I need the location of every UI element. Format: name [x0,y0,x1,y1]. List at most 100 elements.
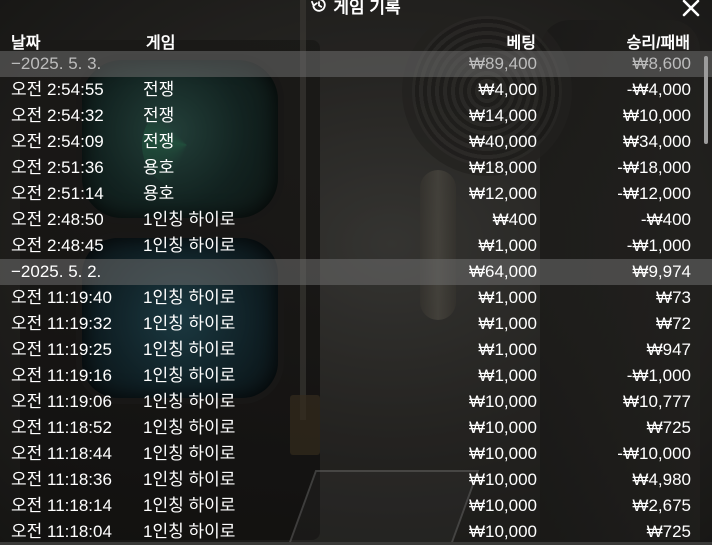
row-game: 1인칭 하이로 [143,340,236,359]
row-game: 용호 [143,158,175,177]
history-list[interactable]: −2025. 5. 3. ₩89,400 ₩8,600 오전 2:54:55 전쟁… [0,51,712,545]
date-group-header[interactable]: −2025. 5. 3. ₩89,400 ₩8,600 [0,51,712,77]
row-time: 오전 11:18:52 [11,418,112,437]
row-time: 오전 11:18:14 [11,496,112,515]
table-row[interactable]: 오전 2:48:50 1인칭 하이로 ₩400 -₩400 [0,207,712,233]
table-row[interactable]: 오전 11:18:36 1인칭 하이로 ₩10,000 ₩4,980 [0,467,712,493]
table-row[interactable]: 오전 11:18:44 1인칭 하이로 ₩10,000 -₩10,000 [0,441,712,467]
row-winloss: -₩18,000 [617,158,691,177]
table-row[interactable]: 오전 2:54:55 전쟁 ₩4,000 -₩4,000 [0,77,712,103]
row-winloss: ₩4,980 [632,470,691,489]
row-bet: ₩1,000 [478,366,537,385]
row-time: 오전 11:19:25 [11,340,112,359]
row-time: 오전 11:18:04 [11,522,112,541]
group-date: −2025. 5. 2. [11,262,102,281]
row-bet: ₩10,000 [468,522,537,541]
row-game: 1인칭 하이로 [143,210,236,229]
row-bet: ₩10,000 [468,392,537,411]
row-bet: ₩4,000 [478,80,537,99]
column-header: 날짜 게임 베팅 승리/패배 [0,25,712,52]
row-game: 1인칭 하이로 [143,444,236,463]
row-game: 1인칭 하이로 [143,366,236,385]
date-group-header[interactable]: −2025. 5. 2. ₩64,000 ₩9,974 [0,259,712,285]
row-winloss: ₩34,000 [622,132,691,151]
row-bet: ₩10,000 [468,418,537,437]
row-bet: ₩10,000 [468,470,537,489]
table-row[interactable]: 오전 11:18:04 1인칭 하이로 ₩10,000 ₩725 [0,519,712,545]
table-row[interactable]: 오전 2:48:45 1인칭 하이로 ₩1,000 -₩1,000 [0,233,712,259]
column-winloss: 승리/패배 [626,35,690,52]
row-time: 오전 11:18:36 [11,470,112,489]
row-game: 1인칭 하이로 [143,418,236,437]
table-row[interactable]: 오전 11:19:32 1인칭 하이로 ₩1,000 ₩72 [0,311,712,337]
row-bet: ₩14,000 [468,106,537,125]
row-time: 오전 11:19:32 [11,314,112,333]
row-game: 1인칭 하이로 [143,288,236,307]
row-bet: ₩1,000 [478,314,537,333]
row-winloss: ₩947 [646,340,691,359]
row-time: 오전 11:18:44 [11,444,112,463]
row-time: 오전 2:51:36 [11,158,104,177]
group-total-bet: ₩64,000 [468,262,537,281]
table-row[interactable]: 오전 11:18:52 1인칭 하이로 ₩10,000 ₩725 [0,415,712,441]
table-row[interactable]: 오전 11:19:40 1인칭 하이로 ₩1,000 ₩73 [0,285,712,311]
close-button[interactable] [680,0,702,19]
row-game: 전쟁 [143,80,175,99]
row-time: 오전 2:48:45 [11,236,104,255]
row-time: 오전 2:51:14 [11,184,104,203]
row-game: 1인칭 하이로 [143,314,236,333]
row-time: 오전 2:54:32 [11,106,104,125]
row-bet: ₩10,000 [468,496,537,515]
row-time: 오전 2:54:09 [11,132,104,151]
row-game: 1인칭 하이로 [143,522,236,541]
row-time: 오전 11:19:16 [11,366,112,385]
scrollbar-thumb[interactable] [704,56,708,144]
table-row[interactable]: 오전 2:54:09 전쟁 ₩40,000 ₩34,000 [0,129,712,155]
row-winloss: -₩1,000 [626,366,691,385]
row-game: 전쟁 [143,106,175,125]
history-header: 게임 기록 [0,0,712,24]
row-bet: ₩10,000 [468,444,537,463]
history-icon [311,0,327,20]
row-winloss: -₩4,000 [626,80,691,99]
row-game: 1인칭 하이로 [143,470,236,489]
table-row[interactable]: 오전 11:19:16 1인칭 하이로 ₩1,000 -₩1,000 [0,363,712,389]
table-row[interactable]: 오전 2:51:14 용호 ₩12,000 -₩12,000 [0,181,712,207]
row-bet: ₩12,000 [468,184,537,203]
row-winloss: ₩72 [656,314,691,333]
column-date: 날짜 [11,35,41,52]
table-row[interactable]: 오전 11:19:25 1인칭 하이로 ₩1,000 ₩947 [0,337,712,363]
table-row[interactable]: 오전 2:51:36 용호 ₩18,000 -₩18,000 [0,155,712,181]
row-winloss: ₩10,000 [622,106,691,125]
row-winloss: -₩400 [640,210,691,229]
row-game: 1인칭 하이로 [143,496,236,515]
column-bet: 베팅 [506,35,536,52]
table-row[interactable]: 오전 11:19:06 1인칭 하이로 ₩10,000 ₩10,777 [0,389,712,415]
column-game: 게임 [146,35,176,52]
row-bet: ₩1,000 [478,288,537,307]
close-icon [682,0,700,17]
group-date: −2025. 5. 3. [11,54,102,73]
row-time: 오전 2:54:55 [11,80,104,99]
row-winloss: ₩725 [646,418,691,437]
history-title: 게임 기록 [0,0,712,21]
row-winloss: -₩10,000 [617,444,691,463]
title-text: 게임 기록 [333,0,401,17]
table-row[interactable]: 오전 2:54:32 전쟁 ₩14,000 ₩10,000 [0,103,712,129]
group-total-winloss: ₩9,974 [632,262,691,281]
row-winloss: -₩12,000 [617,184,691,203]
row-winloss: ₩2,675 [632,496,691,515]
row-bet: ₩1,000 [478,340,537,359]
row-time: 오전 2:48:50 [11,210,104,229]
row-bet: ₩1,000 [478,236,537,255]
row-game: 전쟁 [143,132,175,151]
row-time: 오전 11:19:40 [11,288,112,307]
row-winloss: ₩73 [656,288,691,307]
row-game: 용호 [143,184,175,203]
row-bet: ₩18,000 [468,158,537,177]
row-bet: ₩40,000 [468,132,537,151]
row-game: 1인칭 하이로 [143,392,236,411]
table-row[interactable]: 오전 11:18:14 1인칭 하이로 ₩10,000 ₩2,675 [0,493,712,519]
group-total-winloss: ₩8,600 [632,54,691,73]
row-winloss: -₩1,000 [626,236,691,255]
